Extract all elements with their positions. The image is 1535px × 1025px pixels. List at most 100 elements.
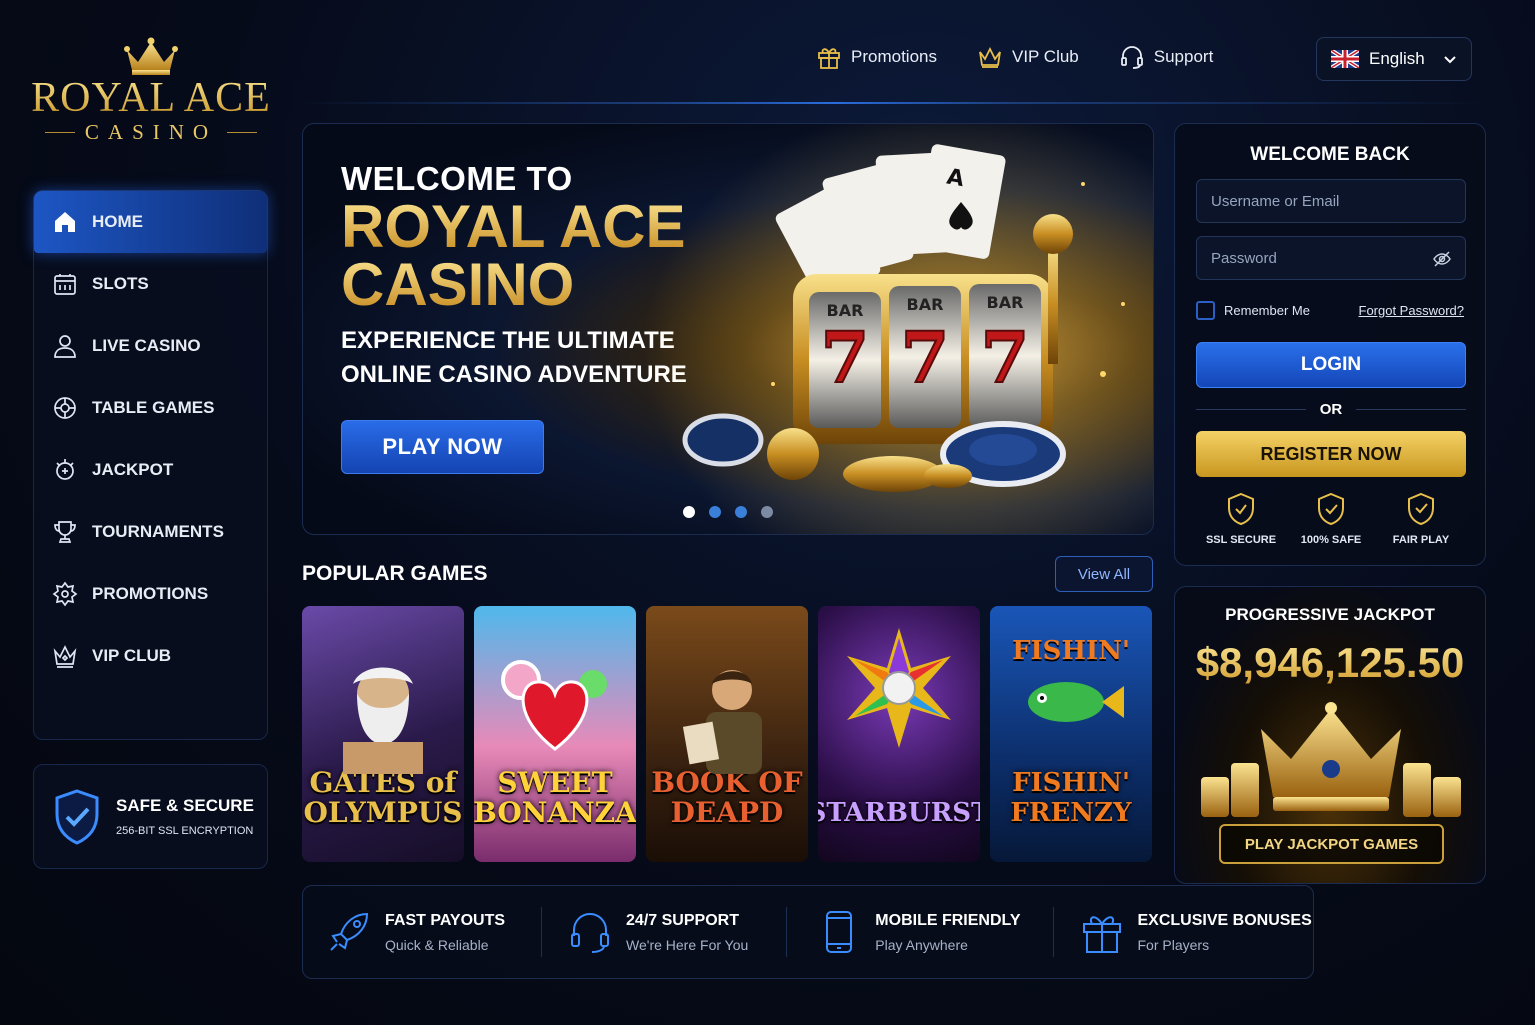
headset-icon xyxy=(571,913,610,953)
nav-vip-club-label: VIP Club xyxy=(1011,47,1079,66)
remember-me[interactable]: Remember Me xyxy=(1196,301,1310,320)
password-field[interactable] xyxy=(1196,236,1466,280)
game-title-line1: SWEET xyxy=(497,766,613,799)
safe-badge: 100% SAFE xyxy=(1286,492,1376,546)
star-badge-icon xyxy=(52,581,78,607)
sidebar-item-label: HOME xyxy=(92,212,143,231)
shield-icon xyxy=(1228,492,1254,526)
mobile-icon xyxy=(826,911,853,953)
nav-promotions[interactable]: Promotions xyxy=(816,44,937,70)
game-card-starburst[interactable]: STARBURST xyxy=(818,606,980,862)
jackpot-amount: $8,946,125.50 xyxy=(1175,639,1485,687)
carousel-dots[interactable] xyxy=(683,506,773,518)
shield-check-icon xyxy=(55,788,99,845)
username-input[interactable] xyxy=(1211,192,1411,210)
fish-illustration xyxy=(1028,682,1124,722)
top-nav: Promotions VIP Club Support xyxy=(816,44,1213,70)
hero-title-line2: CASINO xyxy=(341,255,687,315)
gold-crown-coins-illustration xyxy=(1201,702,1461,817)
feature-title: FAST PAYOUTS xyxy=(385,911,506,929)
feature-sub: For Players xyxy=(1137,936,1210,953)
jackpot-icon xyxy=(56,459,74,480)
trust-badges: SSL SECURE 100% SAFE FAIR PLAY xyxy=(1196,492,1466,546)
headset-icon xyxy=(1120,46,1143,69)
carousel-dot[interactable] xyxy=(735,506,747,518)
sidebar-item-home[interactable]: HOME xyxy=(34,191,267,253)
sidebar-item-slots[interactable]: SLOTS xyxy=(34,253,267,315)
roulette-icon xyxy=(54,397,76,419)
brand-sub-label: CASINO xyxy=(84,120,218,144)
carousel-dot[interactable] xyxy=(709,506,721,518)
password-input[interactable] xyxy=(1211,249,1411,267)
sidebar-item-label: TOURNAMENTS xyxy=(92,522,224,541)
sidebar-item-label: PROMOTIONS xyxy=(92,584,209,603)
nav-vip-club[interactable]: VIP Club xyxy=(977,44,1079,70)
game-title: SWEET BONANZA xyxy=(474,768,636,862)
view-all-button[interactable]: View All xyxy=(1055,556,1153,592)
language-select[interactable]: English xyxy=(1316,37,1472,81)
candy-heart-illustration xyxy=(501,660,607,751)
sidebar-item-jackpot[interactable]: JACKPOT xyxy=(34,439,267,501)
username-field[interactable] xyxy=(1196,179,1466,223)
logo[interactable]: ROYAL ACE CASINO xyxy=(30,36,272,145)
game-title: BOOK OF DEAPD xyxy=(651,768,802,862)
hero-tagline-2: ONLINE CASINO ADVENTURE xyxy=(341,361,687,388)
secure-subtitle: 256-BIT SSL ENCRYPTION xyxy=(116,825,254,837)
feature-bonuses: EXCLUSIVE BONUSES For Players xyxy=(1080,902,1312,962)
sidebar-item-tournaments[interactable]: TOURNAMENTS xyxy=(34,501,267,563)
sidebar-item-table-games[interactable]: TABLE GAMES xyxy=(34,377,267,439)
trophy-icon xyxy=(54,521,76,543)
remember-checkbox[interactable] xyxy=(1196,301,1215,320)
brand-name: ROYAL ACE xyxy=(31,75,271,121)
nav-support[interactable]: Support xyxy=(1119,44,1214,70)
features-bar: FAST PAYOUTS Quick & Reliable 24/7 SUPPOR… xyxy=(302,885,1314,979)
slot-machine-icon xyxy=(54,274,76,295)
shield-check-icon xyxy=(1408,492,1434,526)
sidebar-item-promotions[interactable]: PROMOTIONS xyxy=(34,563,267,625)
sidebar-item-vip-club[interactable]: VIP CLUB xyxy=(34,625,267,687)
play-now-button[interactable]: PLAY NOW xyxy=(341,420,544,474)
popular-games-title: POPULAR GAMES xyxy=(302,562,488,585)
login-button[interactable]: LOGIN xyxy=(1196,342,1466,388)
game-card-sweet-bonanza[interactable]: SWEET BONANZA xyxy=(474,606,636,862)
feature-mobile: MOBILE FRIENDLY Play Anywhere xyxy=(817,902,1021,962)
gift-icon xyxy=(1082,916,1121,953)
language-label: English xyxy=(1369,49,1425,68)
header-divider xyxy=(300,102,1485,104)
play-jackpot-button[interactable]: PLAY JACKPOT GAMES xyxy=(1219,824,1444,864)
game-title: STARBURST xyxy=(818,798,980,828)
register-button[interactable]: REGISTER NOW xyxy=(1196,431,1466,477)
forgot-password-link[interactable]: Forgot Password? xyxy=(1359,303,1465,318)
explorer-illustration xyxy=(682,670,762,774)
badge-label: FAIR PLAY xyxy=(1392,534,1450,546)
carousel-dot[interactable] xyxy=(683,506,695,518)
game-title: GATES of OLYMPUS xyxy=(304,768,463,862)
game-title-top: FISHIN' xyxy=(1012,636,1130,666)
divider xyxy=(541,907,543,957)
feature-title: 24/7 SUPPORT xyxy=(626,911,739,929)
chevron-down-icon xyxy=(1444,56,1456,64)
svg-text:BAR: BAR xyxy=(907,295,944,314)
eye-off-icon[interactable] xyxy=(1433,250,1451,268)
game-card-book-of-dead[interactable]: BOOK OF DEAPD xyxy=(646,606,808,862)
carousel-dot[interactable] xyxy=(761,506,773,518)
game-card-gates-of-olympus[interactable]: GATES of OLYMPUS xyxy=(302,606,464,862)
svg-text:BAR: BAR xyxy=(987,293,1024,312)
sidebar-item-label: VIP CLUB xyxy=(92,646,172,665)
svg-text:BAR: BAR xyxy=(827,301,864,320)
uk-flag-icon xyxy=(1331,50,1359,68)
progressive-jackpot-panel: PROGRESSIVE JACKPOT $8,946,125.50 PLAY J… xyxy=(1174,586,1486,884)
sidebar-item-label: JACKPOT xyxy=(92,460,174,479)
nav-promotions-label: Promotions xyxy=(851,47,937,66)
feature-sub: Play Anywhere xyxy=(875,936,968,953)
fair-play-badge: FAIR PLAY xyxy=(1376,492,1466,546)
crown-icon xyxy=(124,37,178,75)
feature-fast-payouts: FAST PAYOUTS Quick & Reliable xyxy=(327,902,505,962)
sidebar-item-label: LIVE CASINO xyxy=(92,336,201,355)
nav-support-label: Support xyxy=(1153,47,1214,66)
brand-sub: CASINO xyxy=(30,120,272,145)
game-card-fishin-frenzy[interactable]: FISHIN' FISHIN' FRENZY xyxy=(990,606,1152,862)
sidebar-item-live-casino[interactable]: LIVE CASINO xyxy=(34,315,267,377)
svg-text:7: 7 xyxy=(981,316,1030,399)
game-title-line2: OLYMPUS xyxy=(303,796,463,829)
